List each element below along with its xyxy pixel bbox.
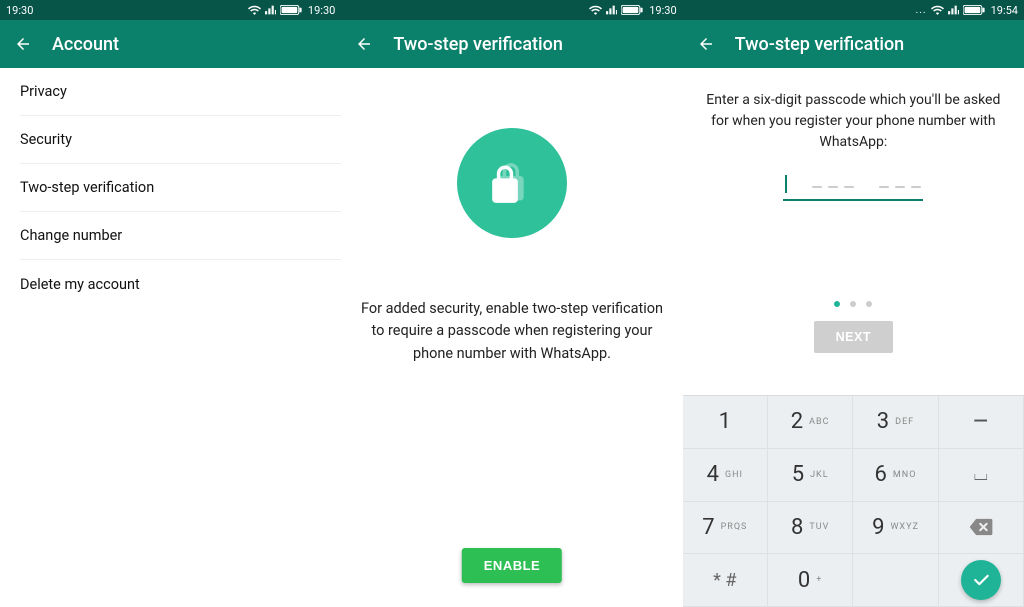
- key-0[interactable]: 0+: [768, 554, 853, 607]
- back-arrow-icon: [697, 35, 715, 53]
- status-bar: ... 19:54: [683, 0, 1024, 20]
- status-time-right: 19:30: [308, 4, 335, 17]
- backspace-icon: [968, 517, 994, 537]
- key-6[interactable]: 6MNO: [853, 449, 938, 502]
- check-icon: [971, 570, 991, 590]
- status-icons: [248, 5, 302, 15]
- intro-description: For added security, enable two-step veri…: [359, 298, 664, 365]
- list-item-label: Delete my account: [20, 276, 140, 293]
- lock-icon: [484, 155, 540, 211]
- passcode-body: Enter a six-digit passcode which you'll …: [683, 68, 1024, 395]
- wifi-icon: [248, 5, 261, 15]
- signal-icon: [606, 5, 617, 15]
- overflow-icon: ...: [916, 5, 927, 16]
- screen-two-step-passcode: ... 19:54 Two-step verification Enter a …: [683, 0, 1024, 607]
- header-title: Two-step verification: [393, 34, 563, 55]
- key-7[interactable]: 7PRQS: [683, 502, 768, 555]
- back-arrow-icon: [355, 35, 373, 53]
- wifi-icon: [931, 5, 944, 15]
- header-title: Account: [52, 34, 119, 55]
- signal-icon: [265, 5, 276, 15]
- app-header: Account: [0, 20, 341, 68]
- page-indicator: [834, 301, 872, 307]
- header-title: Two-step verification: [735, 34, 905, 55]
- numeric-keypad: 1 2ABC 3DEF – 4GHI 5JKL 6MNO ⌴ 7PRQS 8TU…: [683, 395, 1024, 607]
- status-icons: [589, 5, 643, 15]
- screen-two-step-intro: 19:30 Two-step verification For added se…: [341, 0, 682, 607]
- lock-illustration: [457, 128, 567, 238]
- app-header: Two-step verification: [683, 20, 1024, 68]
- status-bar: 19:30: [341, 0, 682, 20]
- back-button[interactable]: [14, 35, 32, 53]
- next-button[interactable]: NEXT: [814, 321, 893, 353]
- battery-icon: [280, 5, 302, 15]
- status-time-right: 19:30: [649, 4, 676, 17]
- passcode-description: Enter a six-digit passcode which you'll …: [701, 90, 1006, 153]
- page-dot: [834, 301, 840, 307]
- back-button[interactable]: [355, 35, 373, 53]
- list-item-privacy[interactable]: Privacy: [20, 68, 341, 116]
- key-3[interactable]: 3DEF: [853, 396, 938, 449]
- passcode-placeholder-group: [879, 180, 921, 188]
- page-dot: [866, 301, 872, 307]
- list-item-label: Two-step verification: [20, 179, 154, 196]
- wifi-icon: [589, 5, 602, 15]
- key-empty: [853, 554, 938, 607]
- list-item-label: Security: [20, 131, 72, 148]
- status-time-left: 19:30: [6, 4, 33, 17]
- enable-button[interactable]: ENABLE: [462, 548, 562, 583]
- status-icons: ...: [916, 5, 985, 16]
- intro-body: For added security, enable two-step veri…: [341, 68, 682, 607]
- key-minus[interactable]: –: [939, 396, 1024, 449]
- app-header: Two-step verification: [341, 20, 682, 68]
- passcode-input[interactable]: [783, 173, 923, 201]
- screen-account: 19:30 19:30 Account Privacy Security Two…: [0, 0, 341, 607]
- key-underscore[interactable]: ⌴: [939, 449, 1024, 502]
- battery-icon: [963, 5, 985, 15]
- signal-icon: [948, 5, 959, 15]
- list-item-delete-account[interactable]: Delete my account: [20, 260, 341, 308]
- back-arrow-icon: [14, 35, 32, 53]
- list-item-label: Change number: [20, 227, 122, 244]
- go-circle: [961, 560, 1001, 600]
- key-backspace[interactable]: [939, 502, 1024, 555]
- status-time-right: 19:54: [991, 4, 1018, 17]
- key-5[interactable]: 5JKL: [768, 449, 853, 502]
- text-cursor: [785, 175, 787, 193]
- key-4[interactable]: 4GHI: [683, 449, 768, 502]
- list-item-label: Privacy: [20, 83, 67, 100]
- status-bar: 19:30 19:30: [0, 0, 341, 20]
- battery-icon: [621, 5, 643, 15]
- key-symbols[interactable]: * #: [683, 554, 768, 607]
- list-item-security[interactable]: Security: [20, 116, 341, 164]
- key-1[interactable]: 1: [683, 396, 768, 449]
- key-go[interactable]: [939, 554, 1024, 607]
- account-list: Privacy Security Two-step verification C…: [0, 68, 341, 308]
- key-8[interactable]: 8TUV: [768, 502, 853, 555]
- key-9[interactable]: 9WXYZ: [853, 502, 938, 555]
- list-item-change-number[interactable]: Change number: [20, 212, 341, 260]
- key-2[interactable]: 2ABC: [768, 396, 853, 449]
- list-item-two-step[interactable]: Two-step verification: [20, 164, 341, 212]
- page-dot: [850, 301, 856, 307]
- back-button[interactable]: [697, 35, 715, 53]
- passcode-placeholder-group: [812, 180, 854, 188]
